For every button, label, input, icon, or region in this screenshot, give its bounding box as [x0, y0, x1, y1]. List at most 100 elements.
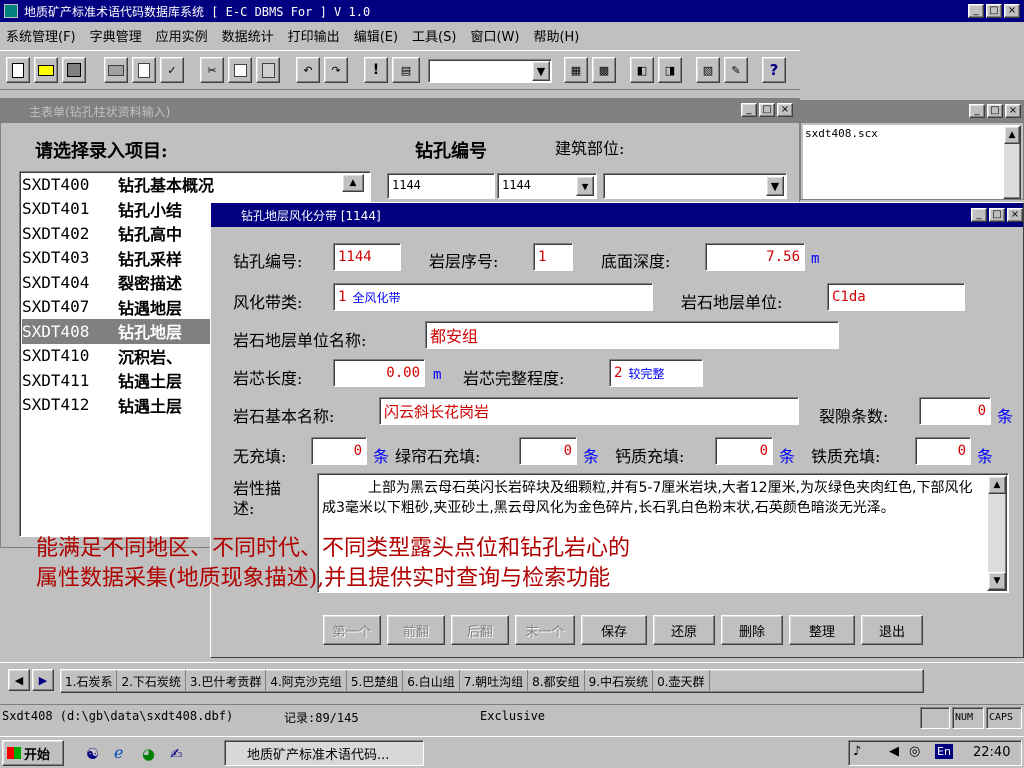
tab-7[interactable]: 7.朝吐沟组: [460, 670, 529, 692]
tab-9[interactable]: 9.中石炭统: [585, 670, 654, 692]
save-button[interactable]: 保存: [581, 615, 647, 645]
rock-name-field[interactable]: 闪云斜长花岗岩: [379, 397, 799, 425]
minimize-button[interactable]: _: [969, 104, 985, 118]
first-record-button[interactable]: 第一个: [323, 615, 381, 645]
taskbar-task-app[interactable]: 地质矿产标准术语代码...: [224, 740, 424, 766]
scroll-down-icon[interactable]: ▼: [988, 572, 1006, 590]
redo-icon[interactable]: ↷: [324, 57, 348, 83]
tab-4[interactable]: 4.阿克沙克组: [266, 670, 347, 692]
scroll-up-icon[interactable]: ▲: [1004, 126, 1020, 144]
next-page-button[interactable]: 后翻: [451, 615, 509, 645]
cut-icon[interactable]: ✂: [200, 57, 224, 83]
open-folder-icon[interactable]: [34, 57, 58, 83]
core-len-field[interactable]: 0.00: [333, 359, 425, 387]
chevron-down-icon[interactable]: ▼: [576, 176, 594, 196]
chevron-down-icon[interactable]: ▼: [766, 176, 784, 196]
hole-input[interactable]: 1144: [387, 173, 495, 199]
menu-window[interactable]: 窗口(W): [470, 26, 519, 45]
minimize-button[interactable]: _: [741, 103, 757, 117]
hole-no-field[interactable]: 1144: [333, 243, 401, 271]
input-lang-indicator[interactable]: En: [935, 744, 953, 759]
integrity-field[interactable]: 2 较完整: [609, 359, 703, 387]
maximize-button[interactable]: □: [759, 103, 775, 117]
weather-field[interactable]: 1 全风化带: [333, 283, 653, 311]
menu-dictionary[interactable]: 字典管理: [90, 26, 142, 45]
maximize-button[interactable]: □: [987, 104, 1003, 118]
toolbar-combo[interactable]: ▼: [428, 59, 552, 83]
menu-edit[interactable]: 编辑(E): [354, 26, 398, 45]
site-combo[interactable]: ▼: [603, 173, 787, 199]
paste-icon[interactable]: [256, 57, 280, 83]
tab-8[interactable]: 8.都安组: [528, 670, 585, 692]
strat-name-field[interactable]: 都安组: [425, 321, 839, 349]
modify-icon[interactable]: ▤: [392, 57, 420, 83]
close-button[interactable]: ×: [1005, 104, 1021, 118]
quicklaunch-1-icon[interactable]: ☯: [86, 745, 99, 763]
last-record-button[interactable]: 末一个: [515, 615, 575, 645]
close-button[interactable]: ×: [1004, 4, 1020, 18]
report-icon[interactable]: ▩: [592, 57, 616, 83]
desc-scrollbar[interactable]: ▲ ▼: [987, 475, 1007, 591]
strat-unit-field[interactable]: C1da: [827, 283, 965, 311]
start-button[interactable]: 开始: [2, 740, 64, 766]
scroll-up-icon[interactable]: ▲: [342, 174, 364, 192]
delete-button[interactable]: 删除: [721, 615, 783, 645]
tab-6[interactable]: 6.白山组: [403, 670, 460, 692]
query-icon[interactable]: ◨: [658, 57, 682, 83]
tab-2[interactable]: 2.下石炭统: [117, 670, 186, 692]
arrange-button[interactable]: 整理: [789, 615, 855, 645]
undo-icon[interactable]: ↶: [296, 57, 320, 83]
layer-seq-field[interactable]: 1: [533, 243, 573, 271]
calc-field[interactable]: 0: [715, 437, 773, 465]
restore-button[interactable]: 还原: [653, 615, 715, 645]
new-doc-icon[interactable]: [6, 57, 30, 83]
close-button[interactable]: ×: [777, 103, 793, 117]
minimize-button[interactable]: _: [971, 208, 987, 222]
tray-1-icon[interactable]: ♪: [853, 744, 861, 759]
form-icon[interactable]: ▦: [564, 57, 588, 83]
run-icon[interactable]: !: [364, 57, 388, 83]
menu-system[interactable]: 系统管理(F): [6, 26, 76, 45]
menu-examples[interactable]: 应用实例: [156, 26, 208, 45]
save-icon[interactable]: [62, 57, 86, 83]
maximize-button[interactable]: □: [986, 4, 1002, 18]
help-icon[interactable]: ?: [762, 57, 786, 83]
tab-prev-icon[interactable]: ◀: [8, 669, 30, 691]
quicklaunch-4-icon[interactable]: ✍: [170, 745, 183, 763]
scroll-up-icon[interactable]: ▲: [988, 476, 1006, 494]
browser-icon[interactable]: ℯ: [114, 743, 123, 762]
tab-0[interactable]: 0.壶天群: [653, 670, 710, 692]
minimize-button[interactable]: _: [968, 4, 984, 18]
quicklaunch-3-icon[interactable]: ◕: [142, 745, 155, 763]
tab-next-icon[interactable]: ▶: [32, 669, 54, 691]
spell-check-icon[interactable]: ✓: [160, 57, 184, 83]
prev-page-button[interactable]: 前翻: [387, 615, 445, 645]
edit-icon[interactable]: ✎: [724, 57, 748, 83]
print-icon[interactable]: [104, 57, 128, 83]
maximize-button[interactable]: □: [989, 208, 1005, 222]
database-icon[interactable]: ◧: [630, 57, 654, 83]
chevron-down-icon[interactable]: ▼: [532, 61, 550, 81]
close-button[interactable]: ×: [1007, 208, 1023, 222]
tab-3[interactable]: 3.巴什考贡群: [186, 670, 267, 692]
menu-print[interactable]: 打印输出: [288, 26, 340, 45]
hole-combo[interactable]: 1144 ▼: [497, 173, 597, 199]
epidote-field[interactable]: 0: [519, 437, 577, 465]
list-item[interactable]: SXDT400 钻孔基本概况: [22, 172, 368, 197]
fracture-field[interactable]: 0: [919, 397, 991, 425]
file-panel-scrollbar[interactable]: ▲: [1003, 125, 1021, 199]
menu-tools[interactable]: 工具(S): [412, 26, 456, 45]
menu-statistics[interactable]: 数据统计: [222, 26, 274, 45]
tab-1[interactable]: 1.石炭系: [61, 670, 118, 692]
tab-5[interactable]: 5.巴楚组: [347, 670, 404, 692]
no-fill-field[interactable]: 0: [311, 437, 367, 465]
exit-button[interactable]: 退出: [861, 615, 923, 645]
print-preview-icon[interactable]: [132, 57, 156, 83]
network-icon[interactable]: ◎: [909, 744, 920, 759]
volume-icon[interactable]: ◀: [889, 744, 899, 759]
wizard-icon[interactable]: ▧: [696, 57, 720, 83]
menu-help[interactable]: 帮助(H): [533, 26, 579, 45]
iron-field[interactable]: 0: [915, 437, 971, 465]
copy-icon[interactable]: [228, 57, 252, 83]
depth-field[interactable]: 7.56: [705, 243, 805, 271]
